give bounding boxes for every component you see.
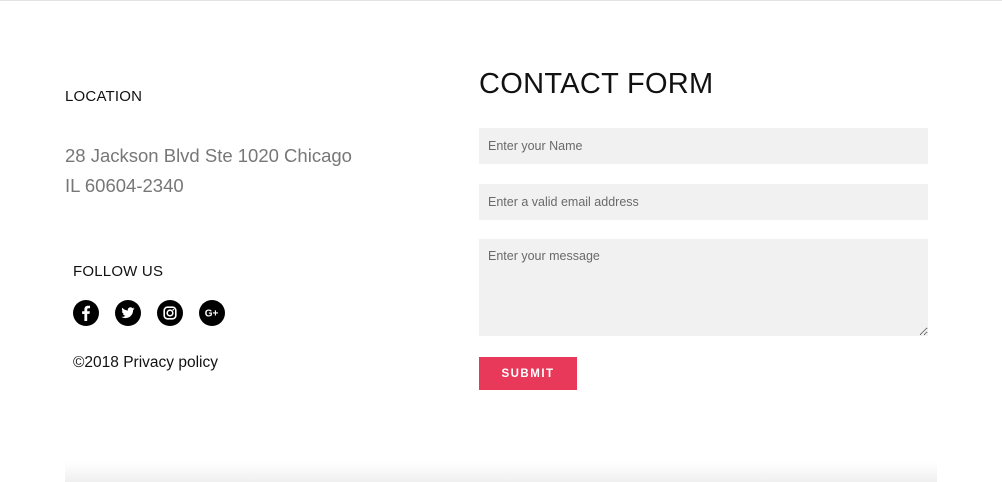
contact-page: LOCATION 28 Jackson Blvd Ste 1020 Chicag… [0,0,1002,482]
instagram-icon[interactable] [157,300,183,326]
facebook-icon[interactable] [73,300,99,326]
message-textarea[interactable] [479,239,928,336]
bottom-shadow [65,462,937,482]
address-line-2: IL 60604-2340 [65,175,184,196]
address: 28 Jackson Blvd Ste 1020 Chicago IL 6060… [65,141,352,201]
address-line-1: 28 Jackson Blvd Ste 1020 Chicago [65,145,352,166]
follow-us-heading: FOLLOW US [73,263,164,280]
top-divider [0,0,1002,1]
social-links: G+ [73,300,225,326]
copyright-text: ©2018 Privacy policy [73,354,218,371]
twitter-icon[interactable] [115,300,141,326]
google-plus-icon[interactable]: G+ [199,300,225,326]
svg-text:G+: G+ [205,309,219,320]
name-input[interactable] [479,128,928,164]
email-input[interactable] [479,184,928,220]
location-heading: LOCATION [65,88,143,105]
contact-form-title: CONTACT FORM [479,68,714,100]
submit-button[interactable]: SUBMIT [479,357,577,390]
